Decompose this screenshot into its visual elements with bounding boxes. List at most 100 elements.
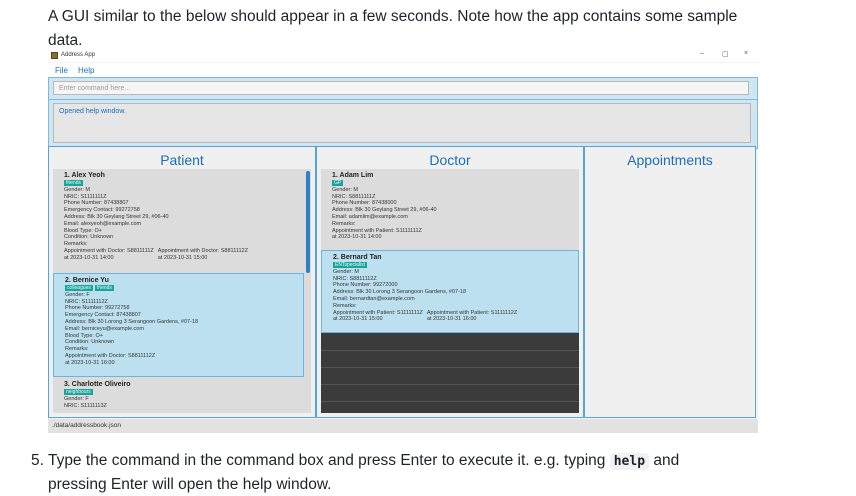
doctor-detail: Address: Blk 30 Geylang Street 29, #06-4…	[332, 207, 437, 214]
tag-badge: colleagues	[65, 285, 93, 291]
patient-detail: Remarks:	[65, 346, 89, 353]
row-divider	[321, 401, 579, 402]
patient-detail: Remarks:	[64, 241, 88, 248]
patient-detail: Gender: F	[65, 291, 90, 298]
status-bar: ./data/addressbook.json	[48, 419, 758, 433]
appointment-row: Appointment with Doctor: S8811111Z at 202…	[64, 248, 304, 262]
doctor-detail: NRIC: S8811112Z	[333, 275, 377, 282]
patient-detail: Address: Blk 30 Lorong 3 Serangoon Garde…	[65, 318, 199, 325]
tag-row: ENTspecialist	[333, 262, 578, 269]
title-bar: Address App – ▢ ×	[48, 50, 758, 62]
doctor-detail: Gender: M	[333, 268, 359, 275]
tag-badge: neighbours	[64, 389, 93, 395]
tag-row: neighbours	[64, 389, 304, 396]
patient-detail: Blood Type: O+	[64, 227, 102, 234]
step-5-prefix: 5. Type the command in the command box a…	[31, 452, 606, 469]
tag-row: friends	[64, 180, 304, 187]
step-5-continued: pressing Enter will open the help window…	[48, 476, 332, 493]
doctor-detail: Email: bernardtan@example.com	[333, 295, 415, 302]
patient-detail: Phone Number: 99272758	[65, 305, 130, 312]
tag-row: colleagues friends	[65, 285, 303, 292]
patient-detail: NRIC: S1111113Z	[64, 402, 107, 409]
result-panel: Opened help window.	[48, 99, 758, 149]
patient-detail: Condition: Unknown	[65, 339, 115, 346]
tag-badge: friends	[94, 285, 114, 291]
appointment-time: at 2023-10-31 15:00	[157, 254, 208, 261]
row-divider	[321, 367, 579, 368]
doctor-list[interactable]: 1. Adam Lim GP Gender: M NRIC: S8811111Z Pho…	[321, 169, 579, 413]
doctor-detail: NRIC: S8811111Z	[332, 193, 376, 200]
result-display: Opened help window.	[53, 103, 751, 143]
appointment-time: at 2023-10-31 15:00	[333, 316, 383, 323]
patient-detail: Phone Number: 87438807	[64, 200, 129, 207]
doctor-detail: Appointment with Patient: S1111111Z	[332, 227, 422, 234]
patient-heading: Patient	[160, 152, 204, 168]
appointment-with: Appointment with Patient: S1111111Z	[333, 309, 423, 316]
row-divider	[321, 384, 579, 385]
address-book-icon	[51, 52, 58, 59]
appointment-time: at 2023-10-31 16:00	[426, 316, 477, 323]
appointment-entry: Appointment with Patient: S1111111Z at 20…	[333, 310, 423, 324]
help-command-code: help	[609, 453, 650, 470]
patient-detail: Emergency Contact: 87438807	[65, 312, 141, 319]
command-input[interactable]: Enter command here...	[53, 81, 749, 95]
patient-detail: NRIC: S1111111Z	[64, 193, 107, 200]
doctor-detail: Gender: M	[332, 186, 358, 193]
patient-detail: Appointment with Doctor: S8811112Z	[65, 352, 156, 359]
menu-file[interactable]: File	[55, 66, 68, 75]
patient-name: 1. Alex Yeoh	[64, 172, 105, 179]
doctor-card[interactable]: 1. Adam Lim GP Gender: M NRIC: S8811111Z Pho…	[321, 169, 579, 249]
patient-detail: at 2023-10-31 16:00	[65, 359, 115, 366]
tag-badge: friends	[64, 180, 84, 186]
intro-text: A GUI similar to the below should appear…	[48, 8, 738, 25]
tag-badge: GP	[332, 180, 344, 186]
minimize-button[interactable]: –	[700, 50, 704, 57]
appointment-with: Appointment with Doctor: S8811111Z	[64, 247, 154, 254]
patient-card[interactable]: 1. Alex Yeoh friends Gender: M NRIC: S11111…	[53, 169, 304, 272]
step-5-suffix: and	[653, 452, 680, 469]
patient-name: 2. Bernice Yu	[65, 277, 109, 284]
doctor-name: 1. Adam Lim	[332, 172, 374, 179]
app-window: Address App – ▢ × File Help Enter comman…	[48, 50, 758, 433]
patient-detail: Condition: Unknown	[64, 234, 114, 241]
patient-detail: Emergency Contact: 99272758	[64, 207, 140, 214]
appointment-entry: Appointment with Doctor: S8811111Z at 202…	[64, 248, 154, 262]
row-divider	[321, 350, 579, 351]
patient-detail: Email: alexyeoh@example.com	[64, 220, 142, 227]
appointments-heading: Appointments	[627, 152, 713, 168]
patient-panel: Patient 1. Alex Yeoh friends Gender: M NRIC…	[48, 146, 316, 418]
doctor-detail: Email: adamlim@example.com	[332, 213, 408, 220]
doctor-detail: at 2023-10-31 14:00	[332, 234, 382, 241]
close-button[interactable]: ×	[744, 50, 748, 57]
doctor-detail: Remarks:	[333, 302, 357, 309]
patient-list[interactable]: 1. Alex Yeoh friends Gender: M NRIC: S11111…	[53, 169, 311, 413]
menu-help[interactable]: Help	[78, 66, 94, 75]
patient-detail: Address: Blk 30 Geylang Street 29, #06-4…	[64, 213, 169, 220]
patient-card[interactable]: 3. Charlotte Oliveiro neighbours Gender: F…	[53, 378, 304, 413]
patient-card[interactable]: 2. Bernice Yu colleagues friends Gender: FN…	[53, 273, 304, 377]
appointments-panel: Appointments	[584, 146, 756, 418]
doctor-heading: Doctor	[429, 152, 471, 168]
doctor-detail: Phone Number: 99272000	[333, 282, 398, 289]
patient-detail: Gender: M	[64, 186, 90, 193]
intro-text-continued: data.	[48, 32, 83, 49]
appointment-with: Appointment with Doctor: S8811112Z	[157, 247, 248, 254]
patient-list-scrollbar[interactable]	[306, 171, 310, 273]
doctor-panel: Doctor 1. Adam Lim GP Gender: M NRIC: S8811…	[316, 146, 584, 418]
patient-detail: Blood Type: O+	[65, 332, 103, 339]
doctor-name: 2. Bernard Tan	[333, 254, 382, 261]
maximize-button[interactable]: ▢	[722, 50, 729, 58]
command-box-panel: Enter command here...	[48, 77, 758, 101]
tag-row: GP	[332, 180, 579, 187]
appointment-entry: Appointment with Doctor: S8811112Z at 202…	[158, 248, 248, 262]
step-5-text: 5. Type the command in the command box a…	[31, 450, 679, 473]
appointment-row: Appointment with Patient: S1111111Z at 20…	[333, 310, 578, 324]
doctor-detail: Phone Number: 87438000	[332, 200, 397, 207]
doctor-card[interactable]: 2. Bernard Tan ENTspecialist Gender: M NRIC…	[321, 250, 579, 333]
patient-name: 3. Charlotte Oliveiro	[64, 381, 131, 388]
tag-badge: ENTspecialist	[333, 262, 368, 268]
appointment-with: Appointment with Patient: S1111112Z	[426, 309, 518, 316]
doctor-detail: Address: Blk 30 Lorong 3 Serangoon Garde…	[333, 289, 467, 296]
appointment-time: at 2023-10-31 14:00	[64, 254, 114, 261]
patient-detail: Gender: F	[64, 395, 89, 402]
